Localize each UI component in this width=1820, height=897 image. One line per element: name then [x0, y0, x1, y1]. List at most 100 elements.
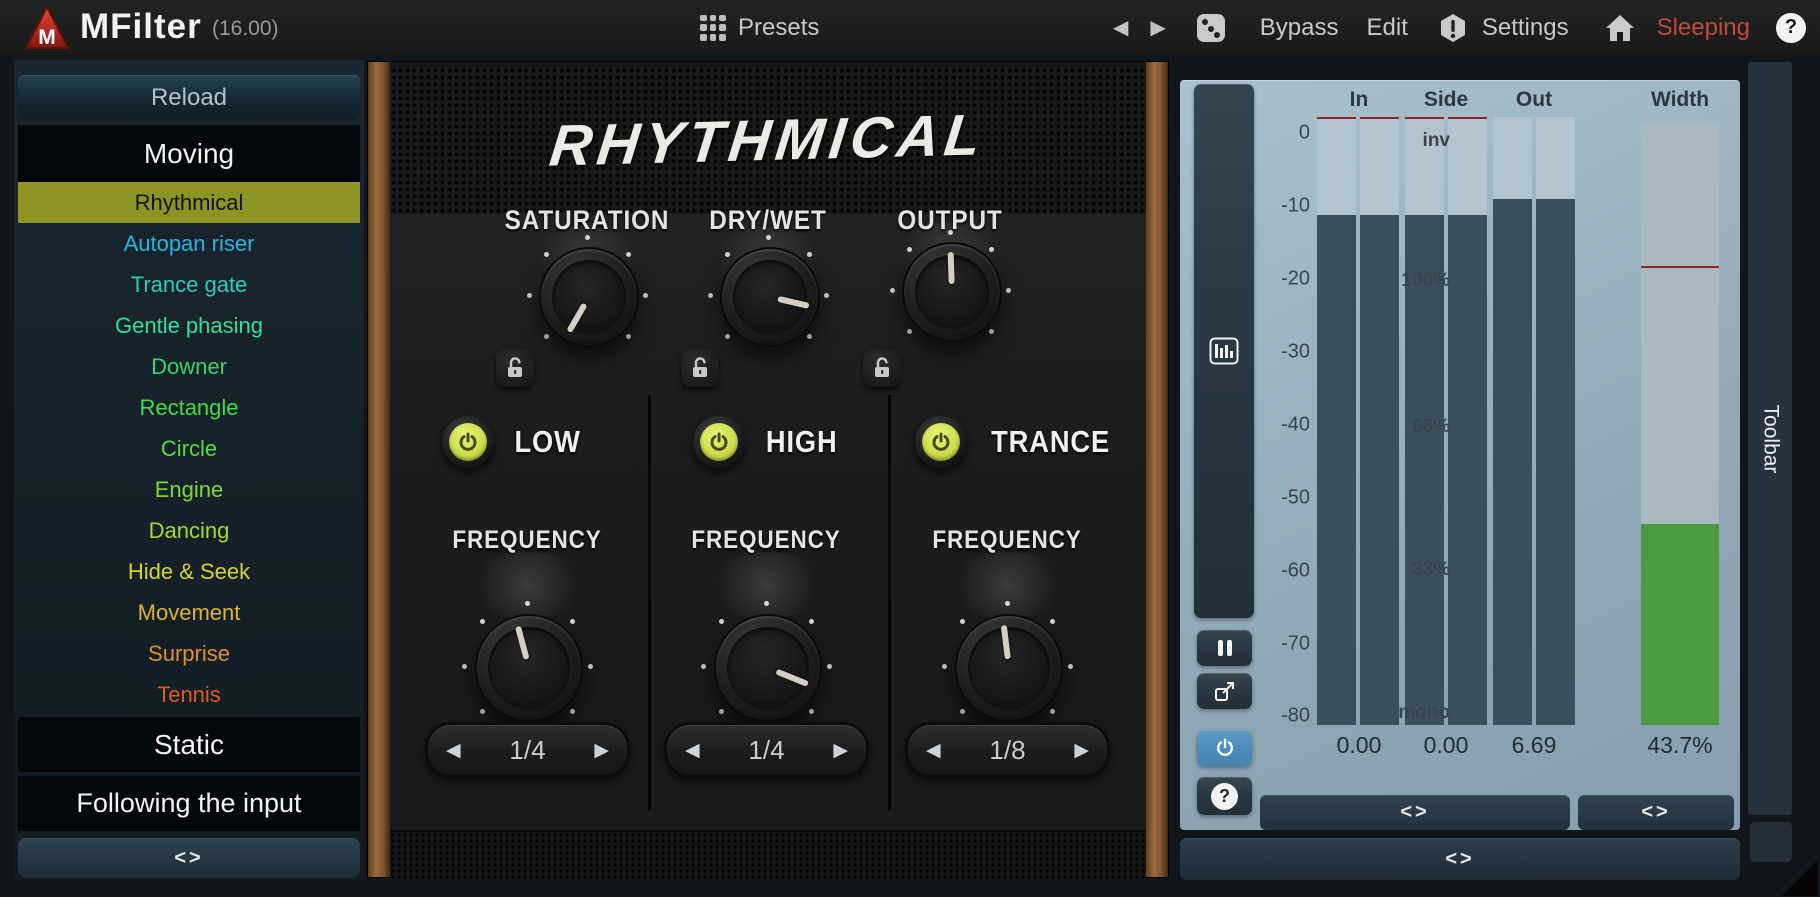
edit-button[interactable]: Edit	[1367, 14, 1408, 42]
high-band-name: HIGH	[766, 424, 838, 460]
bypass-button[interactable]: Bypass	[1260, 14, 1339, 42]
db-tick: -60	[1281, 560, 1310, 583]
preset-item-tennis[interactable]: Tennis	[18, 674, 360, 715]
out-meter-label: Out	[1516, 88, 1552, 112]
preset-item-circle[interactable]: Circle	[18, 428, 360, 469]
power-icon	[700, 423, 738, 461]
next-value-arrow[interactable]: ▶	[1074, 739, 1089, 762]
db-tick: -10	[1281, 195, 1310, 218]
plugin-title: MFilter	[80, 7, 202, 47]
preset-item-hide-and-seek[interactable]: Hide & Seek	[18, 551, 360, 592]
knob-glow	[945, 552, 1070, 618]
in-meter-label: In	[1350, 88, 1369, 112]
next-value-arrow[interactable]: ▶	[594, 739, 609, 762]
in-meter-value: 0.00	[1337, 732, 1382, 759]
reload-button[interactable]: Reload	[18, 75, 360, 120]
high-band-header: HIGH	[648, 414, 888, 470]
prev-value-arrow[interactable]: ◀	[685, 739, 700, 762]
next-value-arrow[interactable]: ▶	[833, 739, 848, 762]
device-title: RHYTHMICAL	[547, 101, 990, 179]
high-rate-selector[interactable]: ◀ 1/4 ▶	[664, 722, 869, 778]
top-toolbar: M MFilter (16.00) Presets ◀ ▶ Bypass Edi…	[0, 0, 1820, 55]
width-tick-inv: inv	[1423, 130, 1450, 152]
preset-item-trance-gate[interactable]: Trance gate	[18, 264, 360, 305]
window-resize-grip[interactable]	[1782, 860, 1818, 896]
scrollbar-arrows-glyph: <>	[174, 847, 203, 870]
presets-button[interactable]: Presets	[700, 0, 819, 55]
high-frequency-knob[interactable]	[714, 614, 822, 722]
low-frequency-knob[interactable]	[475, 614, 583, 722]
width-tick-100: 100%	[1401, 270, 1450, 292]
home-icon[interactable]	[1605, 14, 1635, 42]
high-frequency-label: FREQUENCY	[691, 526, 840, 555]
preset-forward-button[interactable]: ▶	[1150, 15, 1165, 40]
preset-item-surprise[interactable]: Surprise	[18, 633, 360, 674]
meter-mode-button[interactable]	[1194, 84, 1254, 618]
peak-indicator	[1360, 117, 1399, 119]
db-tick: -20	[1281, 268, 1310, 291]
power-icon	[449, 423, 487, 461]
low-rate-selector[interactable]: ◀ 1/4 ▶	[425, 722, 630, 778]
preset-group-static[interactable]: Static	[18, 717, 360, 772]
meter-power-button[interactable]	[1197, 730, 1252, 766]
preset-item-movement[interactable]: Movement	[18, 592, 360, 633]
trance-frequency-knob[interactable]	[955, 614, 1063, 722]
preset-item-rhythmical[interactable]: Rhythmical	[18, 182, 360, 223]
knob-glow	[465, 552, 590, 618]
popout-button[interactable]	[1197, 673, 1252, 709]
knob-pointer	[712, 239, 827, 354]
plugin-version: (16.00)	[212, 17, 279, 41]
scrollbar-arrows-glyph: <>	[1400, 801, 1429, 824]
output-knob[interactable]	[902, 242, 1002, 342]
preset-item-rectangle[interactable]: Rectangle	[18, 387, 360, 428]
svg-text:M: M	[38, 26, 56, 49]
width-tick-66: 66%	[1412, 416, 1450, 438]
drywet-lock-button[interactable]	[681, 349, 719, 387]
knob-pointer	[902, 242, 1001, 341]
trance-rate-selector[interactable]: ◀ 1/8 ▶	[905, 722, 1110, 778]
preset-group-following-the-input[interactable]: Following the input	[18, 776, 360, 831]
toolbar-tab[interactable]: Toolbar	[1748, 62, 1792, 815]
high-power-button[interactable]	[693, 416, 745, 468]
sleeping-status[interactable]: Sleeping	[1657, 14, 1750, 42]
help-button[interactable]: ?	[1776, 13, 1806, 43]
meter-scrollbar-right[interactable]: <>	[1578, 795, 1734, 830]
out-meter-bar-right	[1536, 117, 1575, 725]
sidebar-horizontal-scrollbar[interactable]: <>	[18, 838, 360, 878]
meter-scrollbar-left[interactable]: <>	[1260, 795, 1570, 830]
meter-help-button[interactable]: ?	[1197, 777, 1252, 815]
out-meter-bar-left	[1493, 117, 1532, 725]
bottom-grille-strip	[390, 830, 1146, 879]
db-tick: 0	[1299, 122, 1310, 145]
settings-button[interactable]: Settings	[1482, 14, 1569, 42]
toolbar-corner-button[interactable]	[1750, 822, 1792, 862]
trance-band-header: TRANCE	[888, 414, 1146, 470]
randomize-dice-button[interactable]	[1196, 13, 1226, 43]
preset-item-dancing[interactable]: Dancing	[18, 510, 360, 551]
pause-button[interactable]	[1197, 630, 1252, 666]
saturation-lock-button[interactable]	[496, 349, 534, 387]
low-power-button[interactable]	[442, 416, 494, 468]
in-meter-bar-right	[1360, 117, 1399, 725]
prev-value-arrow[interactable]: ◀	[926, 739, 941, 762]
warning-icon[interactable]	[1440, 13, 1466, 43]
bottom-horizontal-scrollbar[interactable]: <>	[1180, 838, 1740, 880]
drywet-knob[interactable]	[720, 247, 820, 347]
saturation-knob[interactable]	[539, 247, 639, 347]
preset-item-engine[interactable]: Engine	[18, 469, 360, 510]
preset-item-gentle-phasing[interactable]: Gentle phasing	[18, 305, 360, 346]
melda-logo-icon[interactable]: M	[24, 5, 70, 51]
preset-group-moving[interactable]: Moving	[18, 125, 360, 182]
preset-back-button[interactable]: ◀	[1113, 15, 1128, 40]
preset-item-downer[interactable]: Downer	[18, 346, 360, 387]
help-question-icon: ?	[1776, 13, 1806, 43]
trance-power-button[interactable]	[915, 416, 967, 468]
prev-value-arrow[interactable]: ◀	[446, 739, 461, 762]
knob-pointer	[951, 610, 1067, 726]
scrollbar-arrows-glyph: <>	[1641, 801, 1670, 824]
preset-item-autopan-riser[interactable]: Autopan riser	[18, 223, 360, 264]
meter-fill	[1493, 199, 1532, 725]
db-tick: -40	[1281, 414, 1310, 437]
knob-pointer	[523, 231, 654, 362]
output-lock-button[interactable]	[863, 349, 901, 387]
